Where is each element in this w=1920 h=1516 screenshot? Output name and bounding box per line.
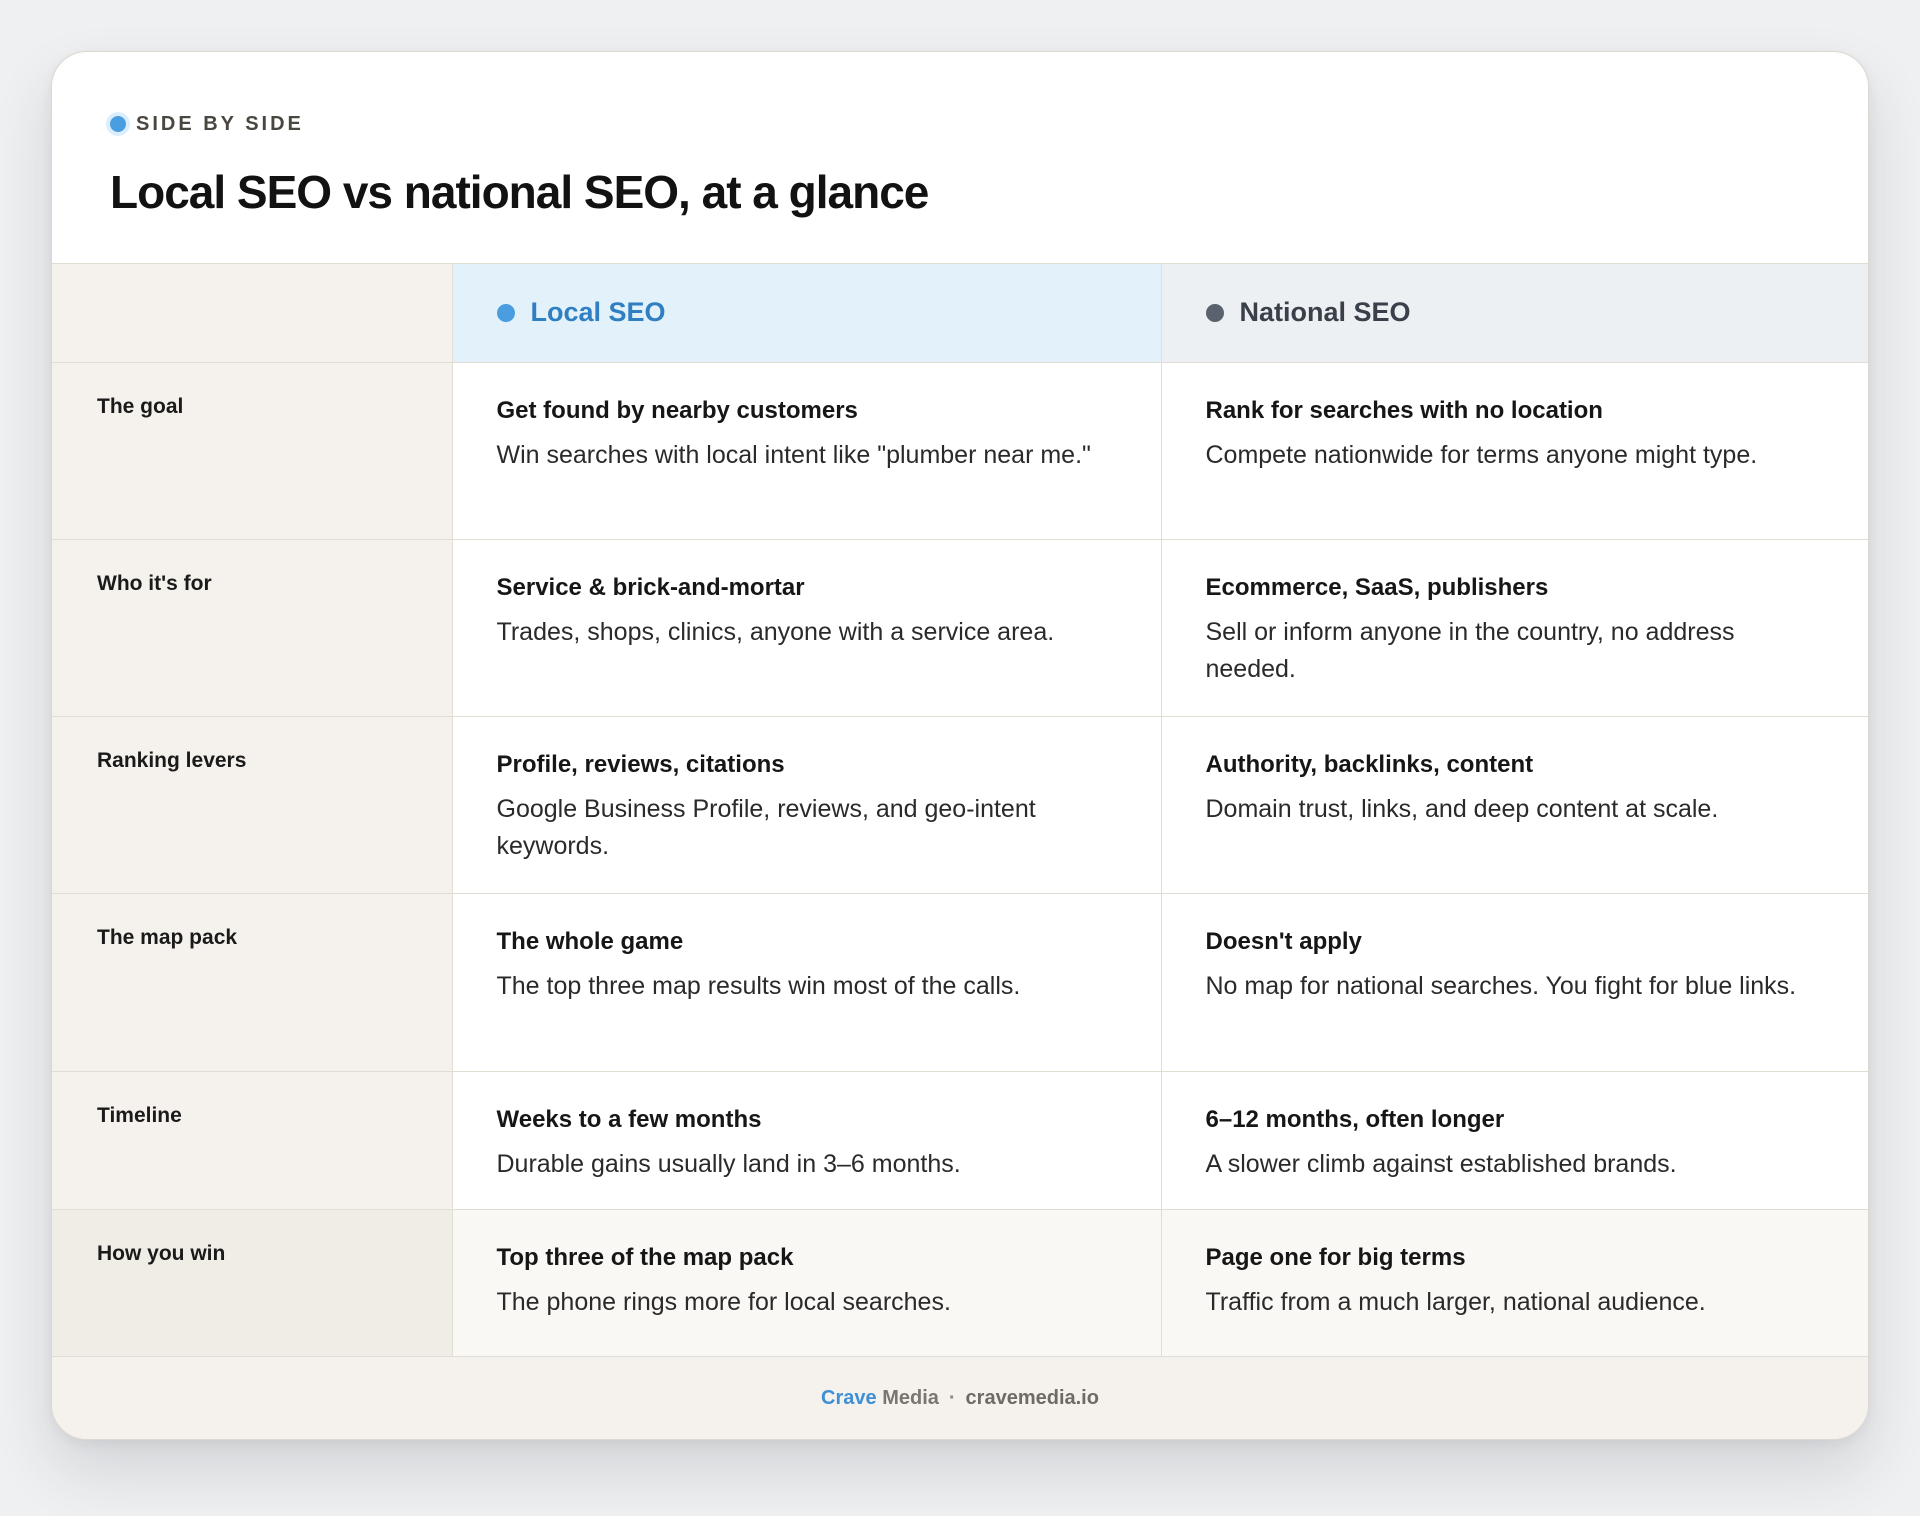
footer: Crave Media · cravemedia.io <box>52 1356 1868 1439</box>
comparison-table: Local SEO National SEO The goal Get foun… <box>52 264 1868 1357</box>
national-cell-desc: Sell or inform anyone in the country, no… <box>1205 617 1735 683</box>
local-cell-desc: Win searches with local intent like "plu… <box>496 440 1091 469</box>
national-cell-title: Ecommerce, SaaS, publishers <box>1205 573 1549 601</box>
brand-secondary: Media <box>882 1387 939 1409</box>
row-label: The map pack <box>52 893 452 1072</box>
national-cell: Authority, backlinks, content Domain tru… <box>1160 716 1868 894</box>
national-cell-title: Rank for searches with no location <box>1205 396 1603 424</box>
eyebrow-dot-icon <box>110 116 126 132</box>
local-cell: Weeks to a few months Durable gains usua… <box>451 1071 1161 1210</box>
column-header-row: Local SEO National SEO <box>52 264 1868 363</box>
row-label: Timeline <box>52 1071 452 1210</box>
eyebrow: SIDE BY SIDE <box>110 109 1868 139</box>
row-label: How you win <box>52 1209 452 1357</box>
local-cell-desc: The phone rings more for local searches. <box>496 1287 951 1316</box>
row-label: Ranking levers <box>52 716 452 894</box>
column-header-national-label: National SEO <box>1239 297 1411 328</box>
eyebrow-text: SIDE BY SIDE <box>136 112 304 135</box>
national-cell: Page one for big terms Traffic from a mu… <box>1160 1209 1868 1357</box>
local-cell-title: Top three of the map pack <box>496 1243 794 1271</box>
national-cell: Rank for searches with no location Compe… <box>1160 362 1868 540</box>
national-cell-desc: Domain trust, links, and deep content at… <box>1205 794 1719 823</box>
local-cell: Get found by nearby customers Win search… <box>451 362 1161 540</box>
table-row-highlight: How you win Top three of the map pack Th… <box>52 1209 1868 1357</box>
national-dot-icon <box>1205 303 1224 322</box>
column-header-national: National SEO <box>1160 264 1868 363</box>
column-header-local-label: Local SEO <box>530 297 666 328</box>
local-cell-title: Profile, reviews, citations <box>496 750 785 778</box>
local-cell-title: The whole game <box>496 927 684 955</box>
row-label: The goal <box>52 362 452 540</box>
national-cell-desc: A slower climb against established brand… <box>1205 1149 1677 1178</box>
footer-domain-link[interactable]: cravemedia.io <box>966 1387 1099 1410</box>
empty-header-cell <box>52 264 452 363</box>
comparison-card: SIDE BY SIDE Local SEO vs national SEO, … <box>51 51 1869 1440</box>
national-cell: Doesn't apply No map for national search… <box>1160 893 1868 1072</box>
local-cell: The whole game The top three map results… <box>451 893 1161 1072</box>
local-cell-title: Get found by nearby customers <box>496 396 858 424</box>
column-header-local: Local SEO <box>451 264 1161 363</box>
national-cell: 6–12 months, often longer A slower climb… <box>1160 1071 1868 1210</box>
national-cell: Ecommerce, SaaS, publishers Sell or info… <box>1160 539 1868 717</box>
row-label: Who it's for <box>52 539 452 717</box>
page-title: Local SEO vs national SEO, at a glance <box>110 166 929 218</box>
table-row: Timeline Weeks to a few months Durable g… <box>52 1071 1868 1210</box>
brand-primary: Crave <box>821 1387 877 1409</box>
national-cell-desc: Traffic from a much larger, national aud… <box>1205 1287 1706 1316</box>
local-cell: Profile, reviews, citations Google Busin… <box>451 716 1161 894</box>
national-cell-desc: Compete nationwide for terms anyone migh… <box>1205 440 1758 469</box>
card-header: SIDE BY SIDE Local SEO vs national SEO, … <box>52 52 1868 264</box>
footer-brand: Crave Media <box>821 1387 939 1410</box>
national-cell-title: Doesn't apply <box>1205 927 1362 955</box>
table-row: The map pack The whole game The top thre… <box>52 893 1868 1072</box>
local-dot-icon <box>496 303 515 322</box>
local-cell-desc: Google Business Profile, reviews, and ge… <box>496 794 1036 860</box>
local-cell: Service & brick-and-mortar Trades, shops… <box>451 539 1161 717</box>
national-cell-title: Page one for big terms <box>1205 1243 1466 1271</box>
national-cell-desc: No map for national searches. You fight … <box>1205 971 1797 1000</box>
footer-separator: · <box>948 1387 956 1409</box>
local-cell-desc: Durable gains usually land in 3–6 months… <box>496 1149 961 1178</box>
local-cell-desc: The top three map results win most of th… <box>496 971 1021 1000</box>
table-row: Ranking levers Profile, reviews, citatio… <box>52 716 1868 894</box>
table-row: The goal Get found by nearby customers W… <box>52 362 1868 540</box>
local-cell-title: Service & brick-and-mortar <box>496 573 805 601</box>
local-cell-desc: Trades, shops, clinics, anyone with a se… <box>496 617 1055 646</box>
local-cell: Top three of the map pack The phone ring… <box>451 1209 1161 1357</box>
local-cell-title: Weeks to a few months <box>496 1105 762 1133</box>
national-cell-title: 6–12 months, often longer <box>1205 1105 1505 1133</box>
national-cell-title: Authority, backlinks, content <box>1205 750 1534 778</box>
table-row: Who it's for Service & brick-and-mortar … <box>52 539 1868 717</box>
